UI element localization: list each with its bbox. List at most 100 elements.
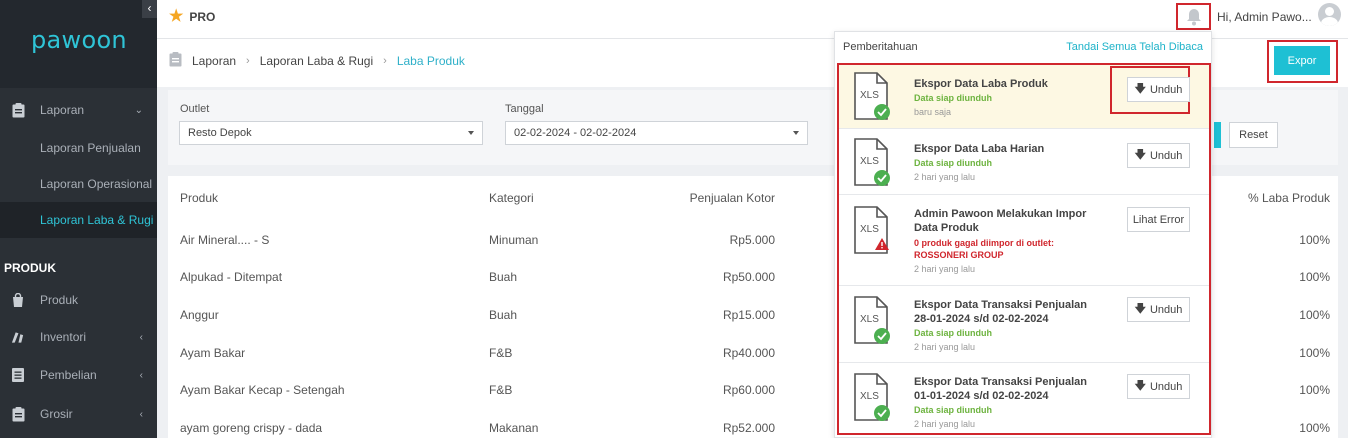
sidebar-sub-laporan-penjualan[interactable]: Laporan Penjualan bbox=[0, 130, 157, 166]
sidebar-sub-laporan-laba-rugi[interactable]: Laporan Laba & Rugi bbox=[0, 202, 157, 238]
sidebar-sub-laporan-operasional[interactable]: Laporan Operasional bbox=[0, 166, 157, 202]
cell-produk: Ayam Bakar bbox=[180, 346, 246, 360]
notification-time: 2 hari yang lalu bbox=[914, 172, 976, 182]
cell-penjualan: Rp60.000 bbox=[722, 383, 775, 397]
notification-dropdown: Pemberitahuan Tandai Semua Telah Dibaca … bbox=[834, 31, 1212, 438]
xls-file-success-icon: XLS bbox=[854, 138, 890, 186]
notification-item[interactable]: XLS Ekspor Data Laba Harian Data siap di… bbox=[839, 129, 1209, 195]
sidebar-item-laporan[interactable]: Laporan ⌄ bbox=[0, 92, 157, 128]
breadcrumb-laba-rugi[interactable]: Laporan Laba & Rugi bbox=[260, 54, 373, 68]
star-icon: ★ bbox=[169, 8, 184, 25]
svg-text:XLS: XLS bbox=[860, 90, 879, 101]
download-button-label: Unduh bbox=[1149, 303, 1183, 316]
cell-penjualan: Rp52.000 bbox=[722, 421, 775, 435]
notification-item[interactable]: XLS Ekspor Data Laba Produk Data siap di… bbox=[839, 65, 1209, 129]
receipt-icon bbox=[11, 368, 25, 383]
chevron-left-icon: ‹ bbox=[139, 369, 143, 381]
chevron-left-icon: ‹ bbox=[139, 408, 143, 420]
column-header-laba-produk[interactable]: % Laba Produk bbox=[1248, 191, 1330, 205]
cell-produk: Ayam Bakar Kecap - Setengah bbox=[180, 383, 345, 397]
avatar[interactable] bbox=[1318, 3, 1341, 26]
outlet-select[interactable]: Resto Depok bbox=[179, 121, 483, 145]
notification-status: Data siap diunduh bbox=[914, 328, 993, 338]
date-value: 02-02-2024 - 02-02-2024 bbox=[514, 127, 637, 139]
column-header-penjualan-kotor[interactable]: Penjualan Kotor bbox=[690, 191, 775, 205]
download-button-label: Unduh bbox=[1149, 380, 1183, 393]
download-arrow-icon: 🡇 bbox=[1134, 83, 1146, 95]
chevron-down-icon: ⌄ bbox=[134, 104, 143, 116]
sidebar-item-inventori[interactable]: Inventori ‹ bbox=[0, 319, 157, 355]
bell-icon bbox=[1186, 8, 1201, 25]
notification-time: baru saja bbox=[914, 107, 952, 117]
cell-laba: 100% bbox=[1299, 346, 1330, 360]
download-button[interactable]: 🡇 Unduh bbox=[1127, 374, 1190, 399]
mark-all-read-link[interactable]: Tandai Semua Telah Dibaca bbox=[1066, 41, 1203, 53]
notification-item[interactable]: XLS Ekspor Data Transaksi Penjualan 01-0… bbox=[839, 363, 1209, 433]
sidebar-item-grosir[interactable]: Grosir ‹ bbox=[0, 396, 157, 432]
notification-list: XLS Ekspor Data Laba Produk Data siap di… bbox=[837, 63, 1211, 435]
download-arrow-icon: 🡇 bbox=[1134, 149, 1146, 161]
sidebar-item-pembelian[interactable]: Pembelian ‹ bbox=[0, 357, 157, 393]
svg-text:XLS: XLS bbox=[860, 156, 879, 167]
notification-title-text: Ekspor Data Transaksi Penjualan 01-01-20… bbox=[914, 376, 1088, 402]
cell-produk: Air Mineral.... - S bbox=[180, 233, 270, 247]
caret-down-icon bbox=[468, 131, 474, 135]
notification-bell-button[interactable] bbox=[1176, 3, 1211, 30]
breadcrumb-current: Laba Produk bbox=[396, 54, 465, 68]
cell-penjualan: Rp5.000 bbox=[729, 233, 775, 247]
notification-item[interactable]: XLS Ekspor Data Transaksi Penjualan 28-0… bbox=[839, 286, 1209, 363]
chevron-right-icon: › bbox=[383, 55, 387, 67]
notification-title: Pemberitahuan bbox=[843, 41, 918, 53]
date-range-select[interactable]: 02-02-2024 - 02-02-2024 bbox=[505, 121, 808, 145]
clipboard-icon bbox=[169, 52, 182, 70]
outlet-value: Resto Depok bbox=[188, 127, 252, 139]
chevron-right-icon: › bbox=[246, 55, 250, 67]
notification-time: 2 hari yang lalu bbox=[914, 342, 976, 352]
export-button-highlight: Expor bbox=[1267, 40, 1338, 83]
reset-button[interactable]: Reset bbox=[1229, 122, 1278, 148]
cell-produk: ayam goreng crispy - dada bbox=[180, 421, 323, 435]
svg-text:XLS: XLS bbox=[860, 391, 879, 402]
xls-file-success-icon: XLS bbox=[854, 296, 890, 344]
download-button[interactable]: 🡇 Unduh bbox=[1127, 77, 1190, 102]
cell-laba: 100% bbox=[1299, 383, 1330, 397]
cell-laba: 100% bbox=[1299, 270, 1330, 284]
column-header-produk[interactable]: Produk bbox=[180, 191, 218, 205]
column-header-kategori[interactable]: Kategori bbox=[489, 191, 534, 205]
cell-kategori: Makanan bbox=[489, 421, 539, 435]
sidebar: pawoon ‹ Laporan ⌄ Laporan Penjualan Lap… bbox=[0, 0, 157, 438]
sidebar-item-label: Inventori bbox=[40, 330, 87, 344]
download-button[interactable]: 🡇 Unduh bbox=[1127, 143, 1190, 168]
notification-time: 2 hari yang lalu bbox=[914, 264, 976, 274]
boxes-icon bbox=[11, 330, 25, 345]
cell-kategori: F&B bbox=[489, 383, 513, 397]
clipboard-icon bbox=[11, 406, 25, 422]
view-error-button[interactable]: Lihat Error bbox=[1127, 207, 1190, 232]
apply-button[interactable] bbox=[1214, 122, 1221, 148]
notification-item[interactable]: XLS Admin Pawoon Melakukan Impor Data Pr… bbox=[839, 195, 1209, 286]
download-arrow-icon: 🡇 bbox=[1134, 303, 1146, 315]
user-greeting[interactable]: Hi, Admin Pawo... bbox=[1217, 10, 1312, 24]
breadcrumb: Laporan › Laporan Laba & Rugi › Laba Pro… bbox=[169, 52, 465, 70]
xls-file-error-icon: XLS bbox=[854, 206, 889, 254]
sidebar-item-produk[interactable]: Produk bbox=[0, 282, 157, 318]
plan-label: PRO bbox=[189, 10, 216, 24]
cell-penjualan: Rp50.000 bbox=[722, 270, 775, 284]
outlet-label: Outlet bbox=[180, 103, 210, 115]
chevron-left-icon: ‹ bbox=[139, 331, 143, 343]
breadcrumb-laporan[interactable]: Laporan bbox=[192, 54, 236, 68]
export-button[interactable]: Expor bbox=[1274, 46, 1330, 75]
xls-file-success-icon: XLS bbox=[854, 373, 890, 421]
svg-text:XLS: XLS bbox=[860, 224, 879, 235]
cell-produk: Alpukad - Ditempat bbox=[180, 270, 283, 284]
pawoon-logo: pawoon bbox=[31, 26, 127, 54]
download-button[interactable]: 🡇 Unduh bbox=[1127, 297, 1190, 322]
sidebar-section-heading: PRODUK bbox=[4, 261, 57, 275]
notification-header: Pemberitahuan Tandai Semua Telah Dibaca bbox=[835, 32, 1213, 62]
xls-file-success-icon: XLS bbox=[854, 72, 890, 120]
sidebar-item-label: Laporan bbox=[40, 103, 85, 117]
cell-kategori: Minuman bbox=[489, 233, 539, 247]
sidebar-collapse-button[interactable]: ‹ bbox=[142, 0, 157, 18]
notification-title-text: Ekspor Data Laba Harian bbox=[914, 143, 1045, 155]
cell-kategori: Buah bbox=[489, 308, 518, 322]
